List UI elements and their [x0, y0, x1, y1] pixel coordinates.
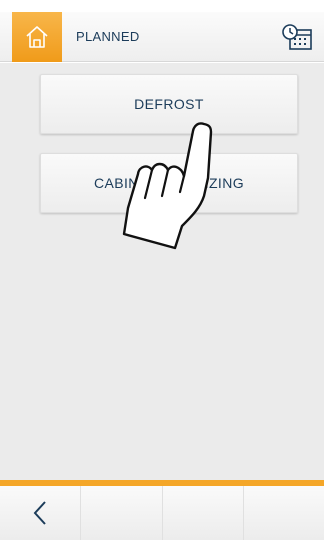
- chevron-left-icon: [33, 501, 46, 525]
- schedule-button[interactable]: [279, 20, 315, 54]
- home-icon: [26, 26, 48, 48]
- footer-slot-4: [244, 486, 324, 540]
- footer-slot-3: [163, 486, 244, 540]
- main-content: DEFROST CABINET SANITIZING: [0, 63, 324, 480]
- footer-bar: [0, 486, 324, 540]
- home-button[interactable]: [12, 12, 62, 62]
- page-title: PLANNED: [76, 29, 140, 44]
- defrost-button[interactable]: DEFROST: [40, 74, 298, 134]
- footer-slot-2: [81, 486, 163, 540]
- header-bar: PLANNED: [0, 12, 324, 62]
- back-button[interactable]: [0, 486, 82, 540]
- schedule-icon: [282, 24, 312, 50]
- cabinet-sanitizing-button[interactable]: CABINET SANITIZING: [40, 153, 298, 213]
